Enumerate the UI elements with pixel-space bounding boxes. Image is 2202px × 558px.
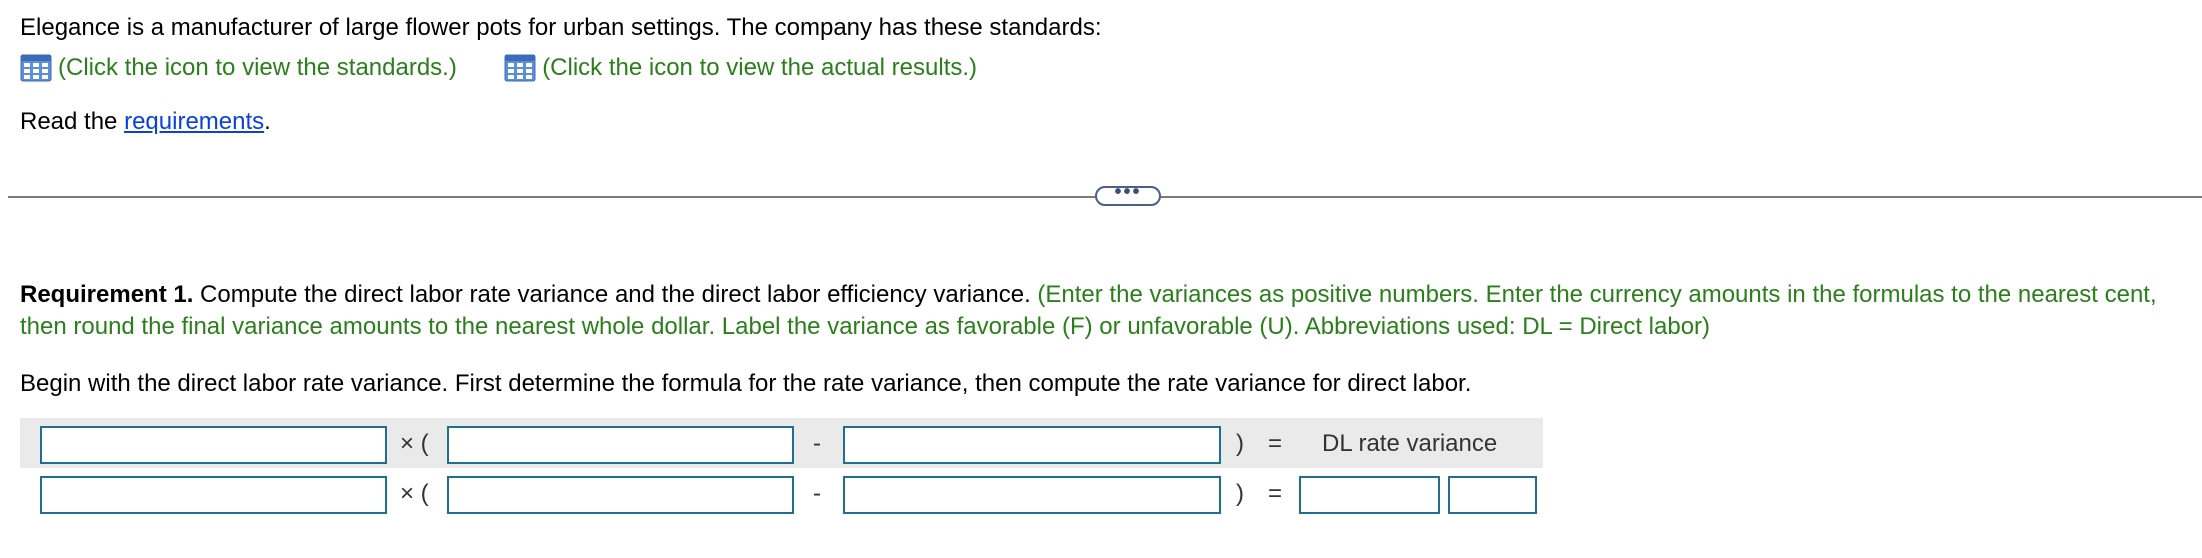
formula-row-values: × ( - ) = bbox=[20, 468, 1543, 518]
intro-text: Elegance is a manufacturer of large flow… bbox=[20, 14, 1102, 41]
equals-sign: = bbox=[1268, 430, 1283, 457]
close-paren: ) bbox=[1236, 430, 1244, 457]
variance-amount-input[interactable] bbox=[1299, 476, 1440, 514]
icon-links-row: (Click the icon to view the standards.) … bbox=[20, 52, 977, 91]
formula-row-labels: × ( - ) = DL rate variance bbox=[20, 418, 1543, 468]
table-grid-icon[interactable] bbox=[504, 54, 536, 82]
requirement-text: Requirement 1. Compute the direct labor … bbox=[20, 279, 2190, 343]
view-standards-label[interactable]: (Click the icon to view the standards.) bbox=[58, 52, 457, 84]
read-requirements-line: Read the requirements. bbox=[20, 106, 271, 138]
equals-sign: = bbox=[1268, 480, 1283, 507]
value-input-1[interactable] bbox=[40, 476, 387, 514]
times-open-paren: × ( bbox=[400, 480, 429, 507]
times-open-paren: × ( bbox=[400, 430, 429, 457]
read-suffix: . bbox=[264, 108, 271, 135]
view-actual-results-link[interactable]: (Click the icon to view the actual resul… bbox=[504, 52, 977, 84]
formula-input-1[interactable] bbox=[40, 426, 387, 464]
variance-label-input[interactable] bbox=[1448, 476, 1537, 514]
dl-rate-variance-label: DL rate variance bbox=[1322, 430, 1498, 457]
requirement-heading: Requirement 1. bbox=[20, 281, 194, 308]
requirements-link[interactable]: requirements bbox=[124, 108, 264, 135]
formula-input-3[interactable] bbox=[843, 426, 1221, 464]
view-actual-results-label[interactable]: (Click the icon to view the actual resul… bbox=[542, 52, 977, 84]
minus-sign: - bbox=[813, 480, 821, 507]
value-input-2[interactable] bbox=[447, 476, 794, 514]
formula-input-2[interactable] bbox=[447, 426, 794, 464]
close-paren: ) bbox=[1236, 480, 1244, 507]
minus-sign: - bbox=[813, 430, 821, 457]
value-input-3[interactable] bbox=[843, 476, 1221, 514]
requirement-body: Compute the direct labor rate variance a… bbox=[193, 281, 1038, 308]
begin-instructions: Begin with the direct labor rate varianc… bbox=[20, 370, 1472, 397]
expand-button[interactable]: ••• bbox=[1095, 181, 1161, 206]
read-prefix: Read the bbox=[20, 108, 125, 135]
view-standards-link[interactable]: (Click the icon to view the standards.) bbox=[20, 52, 457, 84]
ellipsis-icon: ••• bbox=[1114, 181, 1142, 203]
table-grid-icon[interactable] bbox=[20, 54, 52, 82]
